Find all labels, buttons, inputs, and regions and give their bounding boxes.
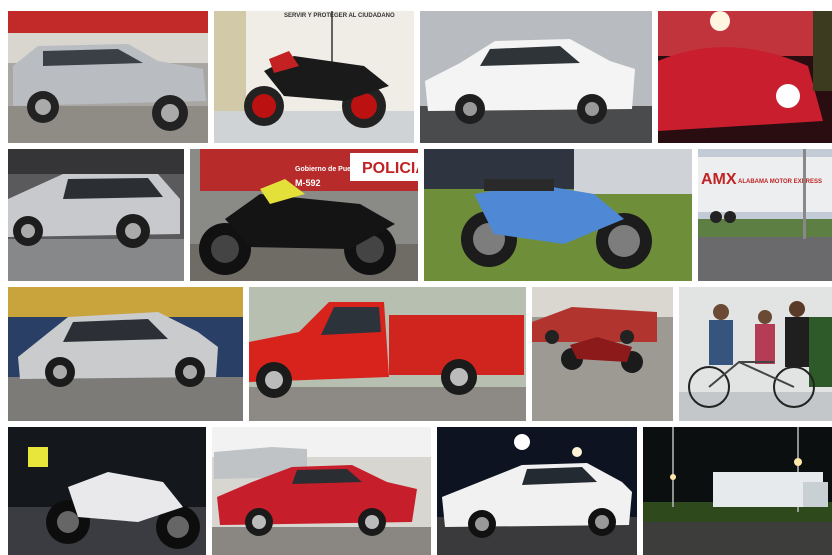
police-label: POLICIA [362, 160, 418, 177]
black-yellow-motorcycle-image: POLICIA Gobierno de Puebla M-592 [190, 149, 418, 281]
unit-label: M-592 [295, 178, 321, 188]
silver-hatchback-image [8, 287, 243, 421]
tile-silver-hatchback [8, 287, 243, 421]
gov-label: Gobierno de Puebla [295, 166, 361, 173]
red-coupe-image [212, 427, 431, 555]
wall-text: SERVIR Y PROTEGER AL CIUDADANO [284, 13, 395, 19]
red-black-motorcycle-image: SERVIR Y PROTEGER AL CIUDADANO [214, 11, 414, 143]
tile-white-sedan [420, 11, 652, 143]
tile-blue-motorcycle [424, 149, 692, 281]
tile-white-sedan-night [437, 427, 637, 555]
white-motorcycle-image [8, 427, 206, 555]
red-motorcycle-pickup-image [532, 287, 673, 421]
night-highway-truck-image [643, 427, 832, 555]
trailer-brand: AMX [701, 171, 737, 188]
tile-black-yellow-motorcycle: POLICIA Gobierno de Puebla M-592 [190, 149, 418, 281]
red-pickup-image [249, 287, 526, 421]
amx-trailer-image: AMX ALABAMA MOTOR EXPRESS [698, 149, 832, 281]
tile-people-bicycle [679, 287, 832, 421]
trailer-caption: ALABAMA MOTOR EXPRESS [738, 179, 822, 185]
tile-red-pickup [249, 287, 526, 421]
white-sedan-night-image [437, 427, 637, 555]
blue-motorcycle-image [424, 149, 692, 281]
tile-amx-trailer: AMX ALABAMA MOTOR EXPRESS [698, 149, 832, 281]
silver-suv-image [8, 11, 208, 143]
tile-night-highway-truck [643, 427, 832, 555]
tile-silver-crossover [8, 149, 184, 281]
tile-silver-suv [8, 11, 208, 143]
tile-red-coupe [212, 427, 431, 555]
people-bicycle-image [679, 287, 832, 421]
silver-crossover-image [8, 149, 184, 281]
red-beetle-image [658, 11, 832, 143]
tile-red-beetle [658, 11, 832, 143]
tile-red-black-motorcycle: SERVIR Y PROTEGER AL CIUDADANO [214, 11, 414, 143]
tile-white-motorcycle [8, 427, 206, 555]
white-sedan-image [420, 11, 652, 143]
tile-red-motorcycle-pickup [532, 287, 673, 421]
